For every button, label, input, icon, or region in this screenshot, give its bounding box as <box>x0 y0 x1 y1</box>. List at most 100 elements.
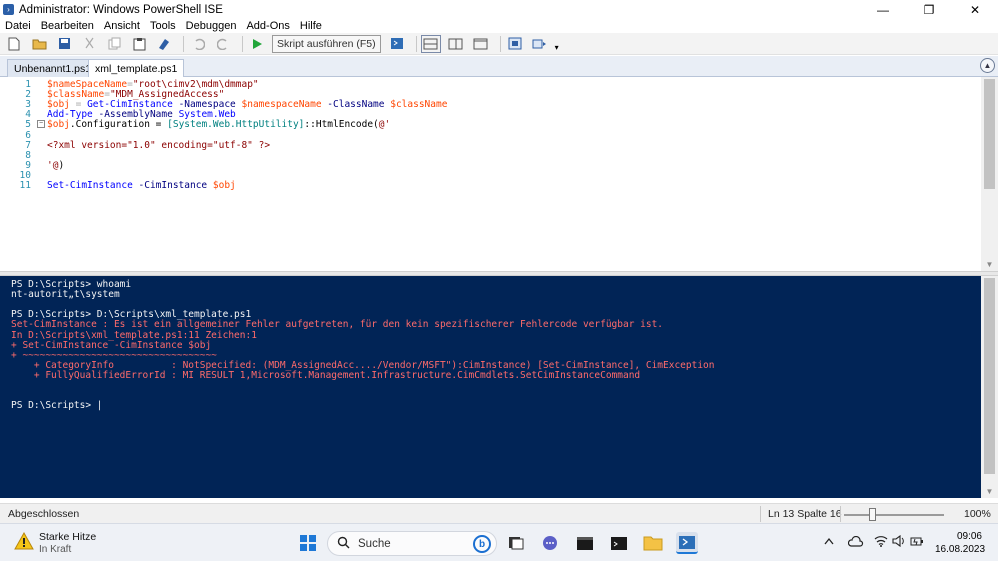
command-addon-icon[interactable] <box>530 35 550 53</box>
layout-right-icon[interactable] <box>446 35 466 53</box>
volume-icon[interactable] <box>892 534 906 550</box>
new-file-icon[interactable] <box>4 35 24 53</box>
code-token: -ClassName <box>321 99 391 111</box>
menu-item-hilfe[interactable]: Hilfe <box>295 20 327 32</box>
undo-icon[interactable] <box>188 35 208 53</box>
search-icon <box>337 536 350 552</box>
redo-icon[interactable] <box>213 35 233 53</box>
menu-item-ansicht[interactable]: Ansicht <box>99 20 145 32</box>
script-editor[interactable]: 1 2 3 4 5 6 7 8 9 10 11 $nameSpaceName="root\cimv2… <box>0 77 998 271</box>
toolbar-separator <box>242 35 243 52</box>
code-token: -CimInstance <box>132 180 213 191</box>
toolbar-separator <box>183 35 184 52</box>
zoom-slider-track[interactable] <box>844 514 944 516</box>
code-token: @' <box>378 119 391 131</box>
weather-subtitle: In Kraft <box>39 544 72 555</box>
menu-bar: Datei Bearbeiten Ansicht Tools Debuggen … <box>0 19 998 33</box>
code-line[interactable]: Set-CimInstance -CimInstance $obj <box>47 181 236 191</box>
code-token: Set-CimInstance <box>47 180 133 191</box>
title-bar: › Administrator: Windows PowerShell ISE … <box>0 0 998 19</box>
chevron-up-icon[interactable] <box>824 537 834 548</box>
toolbar-separator <box>415 35 417 52</box>
wifi-icon[interactable] <box>874 535 888 550</box>
console-pane[interactable]: PS D:\Scripts> whoami nt-autorit„t\system… <box>0 276 998 498</box>
fold-toggle-icon[interactable]: − <box>37 120 45 128</box>
battery-icon[interactable] <box>910 535 924 550</box>
maximize-button[interactable]: ❐ <box>906 0 952 19</box>
code-line[interactable]: '@) <box>47 159 64 171</box>
bing-icon[interactable]: b <box>473 535 491 553</box>
cursor-position: Ln 13 Spalte 16 <box>768 508 842 520</box>
clock-time[interactable]: 09:06 <box>955 531 982 542</box>
console-error-line: Set-CimInstance : Es ist ein allgemeiner… <box>11 319 664 331</box>
taskbar-search[interactable]: Suche b <box>327 531 497 556</box>
terminal-app-icon[interactable] <box>574 532 596 554</box>
task-view-icon[interactable] <box>505 532 527 554</box>
layout-max-icon[interactable] <box>471 35 491 53</box>
menu-item-tools[interactable]: Tools <box>145 20 181 32</box>
chevron-up-icon: ▲ <box>983 61 992 70</box>
menu-item-bearbeiten[interactable]: Bearbeiten <box>36 20 99 32</box>
cmd-app-icon[interactable] <box>608 532 630 554</box>
line-number: 6 <box>25 129 31 141</box>
tab-unbenannt1[interactable]: Unbenannt1.ps1 <box>7 59 99 77</box>
scroll-down-icon[interactable]: ▼ <box>981 484 998 498</box>
tab-xml-template[interactable]: xml_template.ps1 <box>88 59 185 78</box>
script-tab-strip: Unbenannt1.ps1 xml_template.ps1 ▲ <box>0 56 998 78</box>
toolbar-separator <box>499 35 501 52</box>
zoom-slider-thumb[interactable] <box>869 508 876 521</box>
code-token: $namespaceName <box>241 99 322 111</box>
status-bar: Abgeschlossen Ln 13 Spalte 16 100% <box>0 503 998 523</box>
tab-label: xml_template.ps1 <box>95 63 178 75</box>
cut-icon[interactable] <box>79 35 99 53</box>
menu-item-add-ons[interactable]: Add-Ons <box>241 20 294 32</box>
run-script-button[interactable]: Skript ausführen (F5) <box>272 34 381 53</box>
warning-icon[interactable] <box>14 531 34 553</box>
clear-console-icon[interactable] <box>154 35 174 53</box>
console-scrollbar[interactable]: ▼ <box>981 276 998 498</box>
close-button[interactable]: ✕ <box>952 0 998 19</box>
file-explorer-icon[interactable] <box>642 532 664 554</box>
clock-date[interactable]: 16.08.2023 <box>935 544 985 555</box>
chat-icon[interactable] <box>539 532 561 554</box>
onedrive-icon[interactable] <box>847 535 864 551</box>
weather-title[interactable]: Starke Hitze <box>39 531 96 543</box>
window-controls: — ❐ ✕ <box>860 0 998 19</box>
zoom-level: 100% <box>964 508 991 520</box>
window-title: Administrator: Windows PowerShell ISE <box>19 3 223 16</box>
code-token: '@ <box>47 159 59 171</box>
menu-item-debuggen[interactable]: Debuggen <box>181 20 242 32</box>
run-script-icon[interactable] <box>247 35 267 53</box>
status-separator <box>840 506 841 522</box>
menu-item-datei[interactable]: Datei <box>0 20 36 32</box>
tab-label: Unbenannt1.ps1 <box>14 62 92 75</box>
minimize-button[interactable]: — <box>860 0 906 19</box>
layout-top-icon[interactable] <box>420 34 441 53</box>
new-remote-tab-icon[interactable] <box>387 35 407 53</box>
editor-scroll-thumb[interactable] <box>984 79 995 189</box>
toolbar: Skript ausführen (F5) ▾ <box>0 33 998 55</box>
console-scroll-thumb[interactable] <box>984 278 995 474</box>
editor-scrollbar[interactable]: ▼ <box>981 77 998 271</box>
paste-icon[interactable] <box>129 35 149 53</box>
console-error-line: In D:\Scripts\xml_template.ps1:11 Zeiche… <box>11 329 257 341</box>
show-command-icon[interactable] <box>505 35 525 53</box>
console-line: nt-autorit„t\system <box>11 289 120 301</box>
line-number: 5 <box>25 119 31 131</box>
code-line[interactable]: $obj.Configuration = [System.Web.HttpUti… <box>47 120 390 130</box>
scroll-down-icon[interactable]: ▼ <box>981 257 998 271</box>
start-icon[interactable] <box>297 532 319 554</box>
open-folder-icon[interactable] <box>29 35 49 53</box>
powershell-ise-icon: › <box>3 4 14 15</box>
code-token: .Configuration = <box>69 119 168 131</box>
console-error-line: + FullyQualifiedErrorId : MI RESULT 1,Mi… <box>11 369 641 381</box>
status-separator <box>760 506 761 522</box>
copy-icon[interactable] <box>104 35 124 53</box>
save-icon[interactable] <box>54 35 74 53</box>
code-token: $obj <box>47 119 70 131</box>
code-line[interactable]: <?xml version="1.0" encoding="utf-8" ?> <box>47 140 270 151</box>
collapse-pane-button[interactable]: ▲ <box>980 58 995 73</box>
toolbar-overflow-icon[interactable]: ▾ <box>555 43 559 52</box>
code-token: [System.Web.HttpUtility] <box>167 119 305 131</box>
powershell-ise-taskbar-icon[interactable] <box>676 532 698 554</box>
